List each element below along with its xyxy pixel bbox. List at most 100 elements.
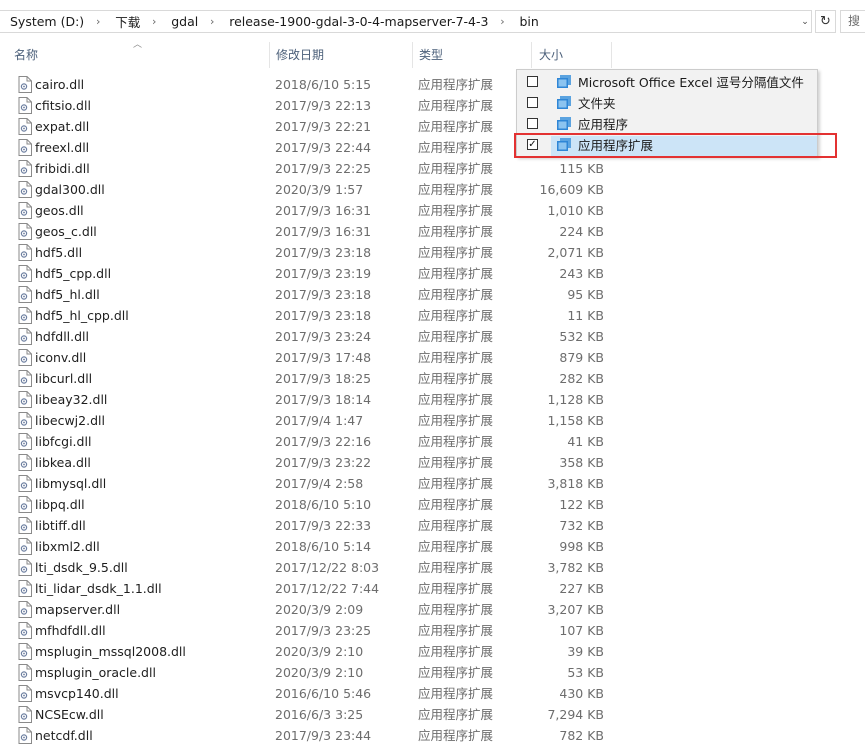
file-row[interactable]: msplugin_oracle.dll 2020/3/9 2:10 应用程序扩展 53… [0, 662, 865, 683]
file-date: 2017/9/3 23:18 [275, 245, 372, 260]
file-row[interactable]: hdfdll.dll 2017/9/3 23:24 应用程序扩展 532 KB [0, 326, 865, 347]
dll-file-icon [18, 475, 32, 492]
file-date: 2017/9/3 23:19 [275, 266, 372, 281]
file-type: 应用程序扩展 [418, 203, 494, 218]
file-name: netcdf.dll [35, 728, 93, 743]
file-name: lti_lidar_dsdk_1.1.dll [35, 581, 162, 596]
checkbox[interactable] [527, 118, 538, 129]
column-header-name[interactable]: 名称 [14, 40, 38, 70]
file-type: 应用程序扩展 [418, 392, 494, 407]
file-row[interactable]: lti_lidar_dsdk_1.1.dll 2017/12/22 7:44 应用程… [0, 578, 865, 599]
file-row[interactable]: libfcgi.dll 2017/9/3 22:16 应用程序扩展 41 KB [0, 431, 865, 452]
file-size: 1,158 KB [547, 413, 604, 428]
checkbox[interactable] [527, 97, 538, 108]
address-dropdown-icon[interactable]: ⌄ [798, 10, 812, 33]
filter-option-application[interactable]: 应用程序 [517, 114, 817, 135]
filter-option-csv[interactable]: Microsoft Office Excel 逗号分隔值文件 [517, 72, 817, 93]
breadcrumb-release[interactable]: release-1900-gdal-3-0-4-mapserver-7-4-3 [219, 14, 495, 29]
breadcrumb-separator-icon[interactable]: › [91, 15, 105, 28]
dll-file-icon [18, 391, 32, 408]
breadcrumb-bin[interactable]: bin [509, 14, 545, 29]
filter-option-folder[interactable]: 文件夹 [517, 93, 817, 114]
file-row[interactable]: hdf5_hl_cpp.dll 2017/9/3 23:18 应用程序扩展 11 KB [0, 305, 865, 326]
filter-option-icon [557, 75, 571, 88]
breadcrumb-separator-icon[interactable]: › [495, 15, 509, 28]
file-row[interactable]: hdf5_hl.dll 2017/9/3 23:18 应用程序扩展 95 KB [0, 284, 865, 305]
file-name: libpq.dll [35, 497, 85, 512]
file-row[interactable]: libeay32.dll 2017/9/3 18:14 应用程序扩展 1,128 KB [0, 389, 865, 410]
dll-file-icon [18, 202, 32, 219]
file-date: 2017/9/3 22:21 [275, 119, 372, 134]
file-size: 107 KB [559, 623, 604, 638]
highlight-annotation-box [514, 133, 837, 158]
column-header-type[interactable]: 类型 [419, 40, 443, 70]
file-row[interactable]: mapserver.dll 2020/3/9 2:09 应用程序扩展 3,207 KB [0, 599, 865, 620]
column-divider[interactable] [412, 42, 413, 68]
file-name: hdf5_hl.dll [35, 287, 100, 302]
file-row[interactable]: mfhdfdll.dll 2017/9/3 23:25 应用程序扩展 107 KB [0, 620, 865, 641]
file-row[interactable]: fribidi.dll 2017/9/3 22:25 应用程序扩展 115 KB [0, 158, 865, 179]
file-name: hdfdll.dll [35, 329, 89, 344]
file-date: 2017/9/3 22:13 [275, 98, 372, 113]
breadcrumb-separator-icon[interactable]: › [205, 15, 219, 28]
file-row[interactable]: libkea.dll 2017/9/3 23:22 应用程序扩展 358 KB [0, 452, 865, 473]
file-name: lti_dsdk_9.5.dll [35, 560, 128, 575]
file-row[interactable]: gdal300.dll 2020/3/9 1:57 应用程序扩展 16,609 KB [0, 179, 865, 200]
column-header-date[interactable]: 修改日期 [276, 40, 324, 70]
file-name: msplugin_mssql2008.dll [35, 644, 186, 659]
file-name: msvcp140.dll [35, 686, 119, 701]
dll-file-icon [18, 601, 32, 618]
file-row[interactable]: netcdf.dll 2017/9/3 23:44 应用程序扩展 782 KB [0, 725, 865, 746]
file-row[interactable]: iconv.dll 2017/9/3 17:48 应用程序扩展 879 KB [0, 347, 865, 368]
file-name: NCSEcw.dll [35, 707, 104, 722]
search-input[interactable]: 搜 [840, 10, 865, 33]
file-type: 应用程序扩展 [418, 287, 494, 302]
file-type: 应用程序扩展 [418, 140, 494, 155]
file-date: 2018/6/10 5:14 [275, 539, 372, 554]
file-row[interactable]: hdf5_cpp.dll 2017/9/3 23:19 应用程序扩展 243 KB [0, 263, 865, 284]
file-row[interactable]: msvcp140.dll 2016/6/10 5:46 应用程序扩展 430 KB [0, 683, 865, 704]
column-header-size[interactable]: 大小 [539, 40, 563, 70]
breadcrumb-drive[interactable]: System (D:) [0, 14, 91, 29]
file-row[interactable]: geos.dll 2017/9/3 16:31 应用程序扩展 1,010 KB [0, 200, 865, 221]
breadcrumb-gdal[interactable]: gdal [161, 14, 205, 29]
file-name: geos.dll [35, 203, 84, 218]
file-row[interactable]: libpq.dll 2018/6/10 5:10 应用程序扩展 122 KB [0, 494, 865, 515]
file-row[interactable]: msplugin_mssql2008.dll 2020/3/9 2:10 应用程序扩… [0, 641, 865, 662]
file-row[interactable]: libmysql.dll 2017/9/4 2:58 应用程序扩展 3,818 KB [0, 473, 865, 494]
file-row[interactable]: geos_c.dll 2017/9/3 16:31 应用程序扩展 224 KB [0, 221, 865, 242]
dll-file-icon [18, 223, 32, 240]
file-name: hdf5.dll [35, 245, 83, 260]
refresh-icon[interactable]: ↻ [815, 10, 836, 33]
file-size: 3,207 KB [547, 602, 604, 617]
column-divider[interactable] [611, 42, 612, 68]
file-date: 2017/9/3 17:48 [275, 350, 372, 365]
file-row[interactable]: libxml2.dll 2018/6/10 5:14 应用程序扩展 998 KB [0, 536, 865, 557]
file-type: 应用程序扩展 [418, 644, 494, 659]
checkbox[interactable] [527, 76, 538, 87]
filter-option-label: Microsoft Office Excel 逗号分隔值文件 [578, 75, 804, 90]
breadcrumb-separator-icon[interactable]: › [147, 15, 161, 28]
file-row[interactable]: lti_dsdk_9.5.dll 2017/12/22 8:03 应用程序扩展 3,7… [0, 557, 865, 578]
file-date: 2020/3/9 1:57 [275, 182, 364, 197]
dll-file-icon [18, 160, 32, 177]
file-row[interactable]: hdf5.dll 2017/9/3 23:18 应用程序扩展 2,071 KB [0, 242, 865, 263]
dll-file-icon [18, 580, 32, 597]
file-date: 2020/3/9 2:09 [275, 602, 364, 617]
file-date: 2017/9/3 23:18 [275, 308, 372, 323]
file-row[interactable]: libcurl.dll 2017/9/3 18:25 应用程序扩展 282 KB [0, 368, 865, 389]
file-name: mfhdfdll.dll [35, 623, 106, 638]
address-bar[interactable]: System (D:) › 下载 › gdal › release-1900-g… [0, 10, 812, 33]
file-date: 2016/6/10 5:46 [275, 686, 372, 701]
file-row[interactable]: libecwj2.dll 2017/9/4 1:47 应用程序扩展 1,158 KB [0, 410, 865, 431]
file-row[interactable]: libtiff.dll 2017/9/3 22:33 应用程序扩展 732 KB [0, 515, 865, 536]
file-date: 2020/3/9 2:10 [275, 644, 364, 659]
column-divider[interactable] [269, 42, 270, 68]
file-date: 2017/9/3 22:44 [275, 140, 372, 155]
dll-file-icon [18, 433, 32, 450]
breadcrumb-downloads[interactable]: 下载 [105, 12, 147, 31]
column-divider[interactable] [531, 42, 532, 68]
file-name: hdf5_hl_cpp.dll [35, 308, 129, 323]
file-name: libfcgi.dll [35, 434, 92, 449]
file-row[interactable]: NCSEcw.dll 2016/6/3 3:25 应用程序扩展 7,294 KB [0, 704, 865, 725]
